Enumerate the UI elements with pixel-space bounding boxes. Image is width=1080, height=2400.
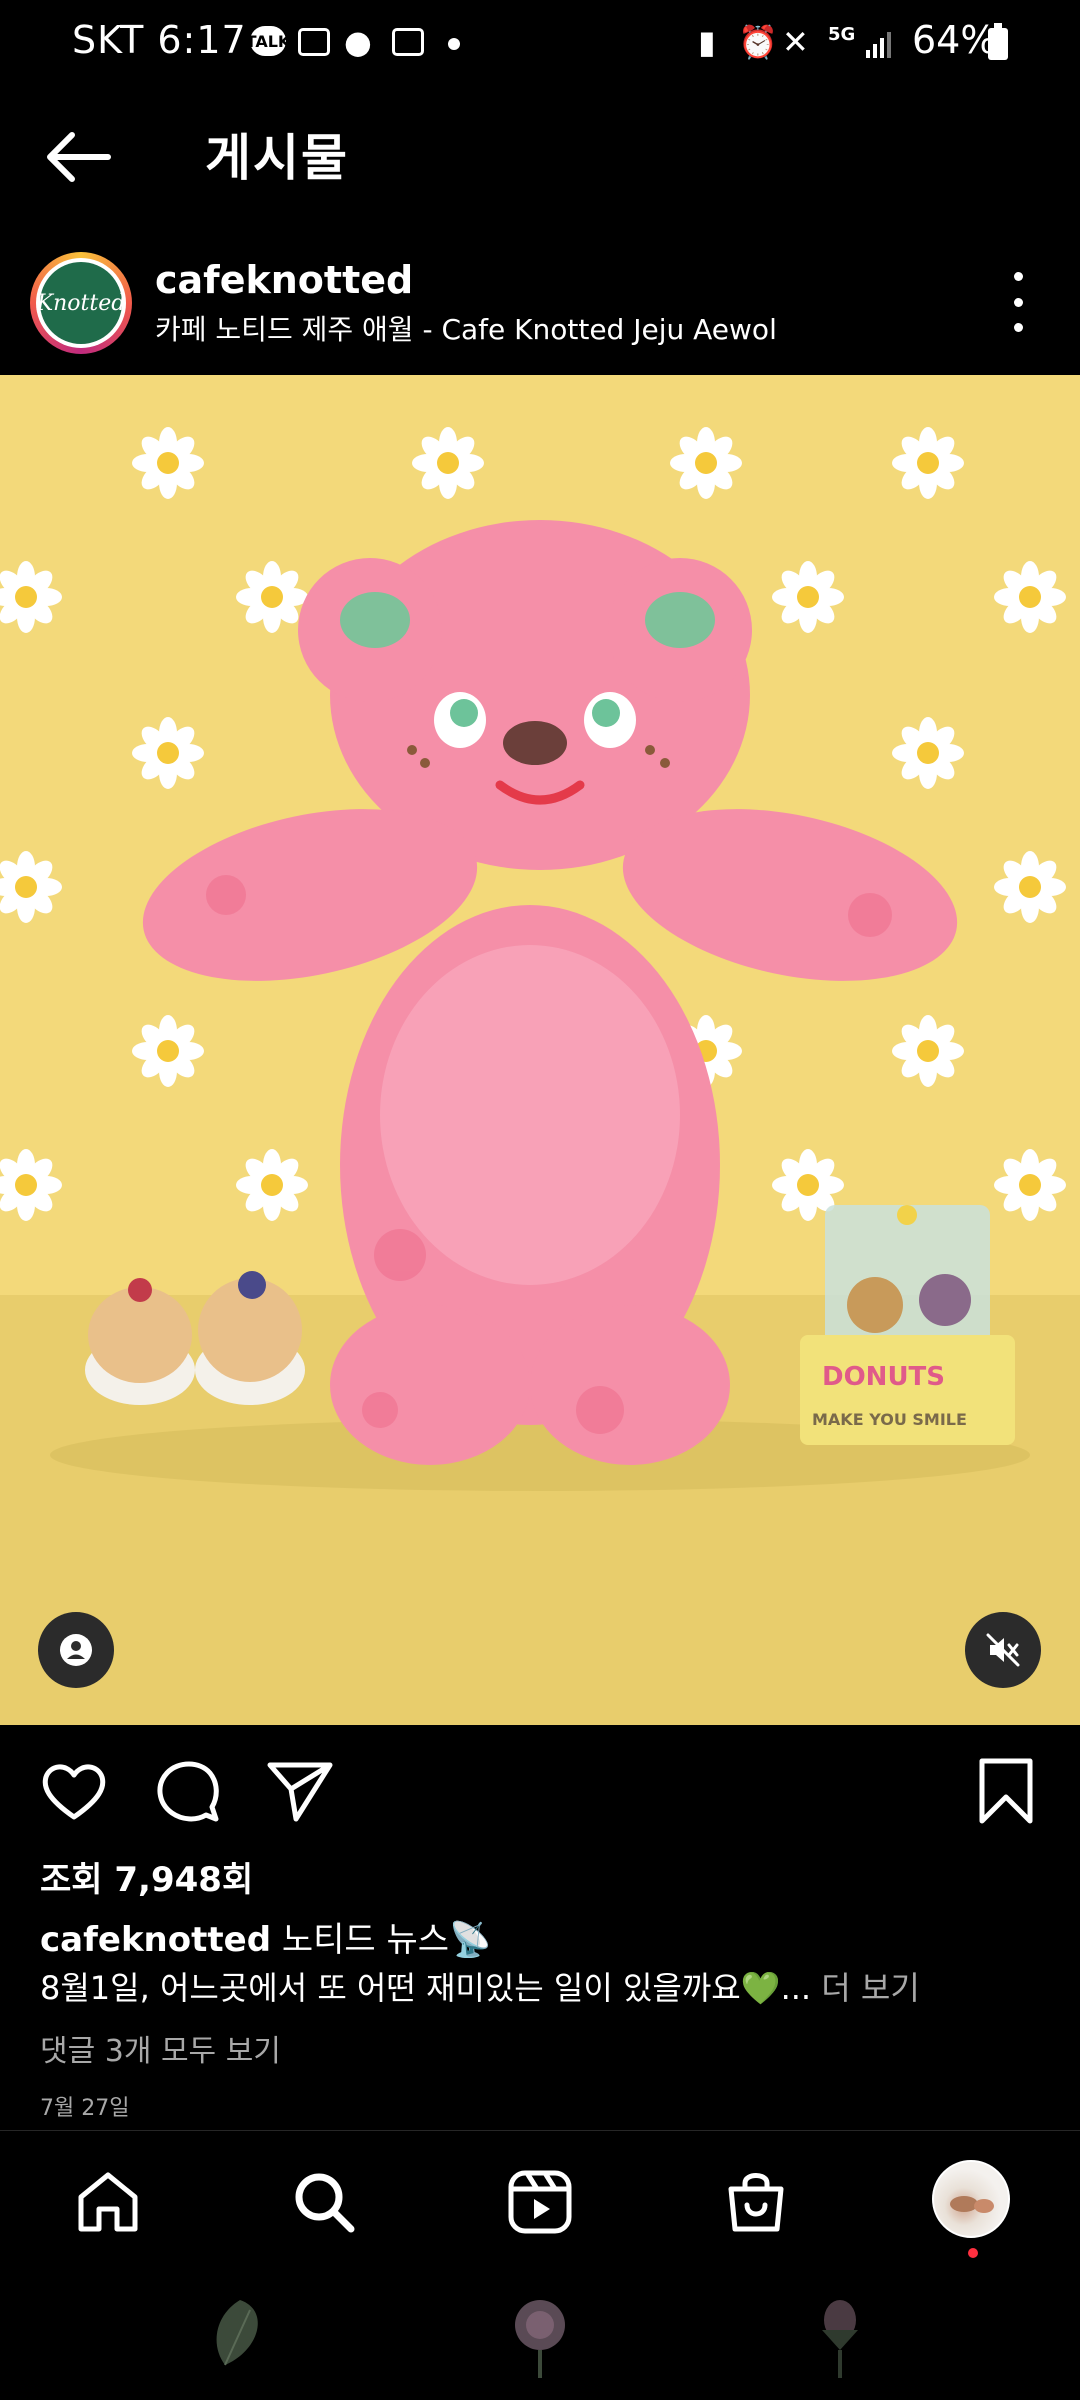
- nav-reels-button[interactable]: [498, 2160, 582, 2244]
- rosebud-decoration: [822, 2300, 858, 2378]
- like-button[interactable]: [38, 1755, 110, 1827]
- search-icon: [295, 2173, 355, 2233]
- rose-decoration: [515, 2300, 565, 2378]
- arrow-left-icon: [47, 132, 111, 182]
- divider: [0, 2130, 1080, 2131]
- bookmark-icon: [979, 1758, 1033, 1824]
- comment-button[interactable]: [152, 1755, 224, 1827]
- view-all-comments-link[interactable]: 댓글 3개 모두 보기: [40, 2026, 281, 2070]
- post-location[interactable]: 카페 노티드 제주 애월 - Cafe Knotted Jeju Aewol: [155, 308, 777, 348]
- caption-more-link[interactable]: 더 보기: [821, 1969, 920, 2007]
- svg-text:DONUTS: DONUTS: [822, 1362, 945, 1392]
- back-button[interactable]: [42, 122, 122, 192]
- wallet-notification-icon: [298, 28, 330, 56]
- mute-status-icon: ✕: [782, 23, 809, 61]
- kakaotalk-notification-icon: TALK: [246, 26, 290, 56]
- more-vertical-icon: [1013, 272, 1023, 281]
- comment-icon: [157, 1761, 219, 1822]
- notification-dot: [968, 2248, 978, 2258]
- avatar[interactable]: Knotted: [37, 262, 125, 344]
- more-options-button[interactable]: [1000, 272, 1036, 332]
- send-icon: [267, 1762, 333, 1822]
- battery-icon: [988, 23, 1008, 60]
- share-button[interactable]: [264, 1755, 336, 1827]
- more-dot: [1013, 297, 1023, 307]
- caption-body: 8월1일, 어느곳에서 또 어떤 재미있는 일이 있을까요💚...: [40, 1969, 812, 2007]
- tagged-users-button[interactable]: [38, 1612, 114, 1688]
- post-media-video[interactable]: DONUTS MAKE YOU SMILE: [0, 375, 1080, 1725]
- post-username[interactable]: cafeknotted: [155, 258, 413, 302]
- signal-icon: [866, 30, 892, 58]
- battery-percent: 64%: [912, 18, 997, 62]
- caption-line-2: 8월1일, 어느곳에서 또 어떤 재미있는 일이 있을까요💚... 더 보기: [40, 1963, 920, 2009]
- user-tag-icon: [60, 1634, 92, 1666]
- caption-username[interactable]: cafeknotted: [40, 1920, 271, 1960]
- mute-toggle-button[interactable]: [965, 1612, 1041, 1688]
- view-count[interactable]: 조회 7,948회: [40, 1852, 253, 1901]
- nav-search-button[interactable]: [282, 2160, 366, 2244]
- leaf-decoration: [216, 2300, 258, 2366]
- caption-text: 노티드 뉴스📡: [281, 1920, 492, 1960]
- shop-icon: [728, 2173, 784, 2232]
- profile-photo: [950, 2196, 994, 2213]
- post-date: 7월 27일: [40, 2096, 130, 2121]
- speaker-muted-icon: [986, 1633, 1020, 1667]
- status-carrier-time: SKT 6:17: [72, 18, 247, 62]
- svg-text:MAKE YOU SMILE: MAKE YOU SMILE: [812, 1410, 967, 1429]
- nav-shop-button[interactable]: [714, 2160, 798, 2244]
- page-title: 게시물: [205, 129, 349, 187]
- piggy-bank-notification-icon: ●: [344, 23, 372, 61]
- status-bar: SKT 6:17 TALK ● ▮ ⏰ ✕ 5G 64%: [0, 0, 1080, 90]
- heart-icon: [42, 1764, 106, 1820]
- alarm-icon: ⏰: [738, 23, 778, 61]
- app-notification-icon: [392, 28, 424, 56]
- nav-profile-avatar[interactable]: [932, 2160, 1010, 2238]
- more-dot: [1013, 323, 1023, 332]
- media-illustration: DONUTS MAKE YOU SMILE: [0, 427, 1066, 1491]
- reels-icon: [508, 2170, 572, 2234]
- nav-home-button[interactable]: [66, 2160, 150, 2244]
- save-button[interactable]: [970, 1755, 1042, 1827]
- home-icon: [78, 2172, 138, 2232]
- network-type-icon: 5G: [828, 24, 856, 45]
- caption-line-1: cafeknotted 노티드 뉴스📡: [40, 1912, 491, 1961]
- battery-saver-icon: ▮: [698, 23, 716, 61]
- more-notifications-icon: [448, 38, 460, 50]
